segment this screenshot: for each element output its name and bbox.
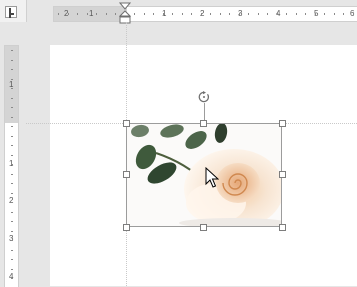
ruler-tick: [11, 117, 13, 118]
rotate-handle-icon[interactable]: [198, 91, 210, 103]
ruler-tick: [11, 88, 13, 89]
ruler-tick: [334, 13, 335, 15]
ruler-number: 3: [9, 234, 14, 243]
ruler-tick: [11, 183, 13, 184]
ruler-tick: [144, 13, 145, 15]
ruler-tick: [11, 79, 13, 80]
ruler-tick: [77, 13, 78, 15]
ruler-corner: [0, 0, 27, 22]
ruler-tick: [353, 13, 354, 15]
ruler-number: 4: [9, 272, 14, 281]
ruler-tick: [315, 13, 316, 15]
ruler-tick: [11, 107, 13, 108]
ruler-tick: [11, 98, 13, 99]
resize-handle-left[interactable]: [123, 171, 130, 178]
ruler-tick: [11, 69, 13, 70]
ruler-tick: [172, 13, 173, 15]
ruler-tick: [11, 240, 13, 241]
ruler-tick: [343, 13, 344, 15]
indent-markers-icon[interactable]: [119, 2, 131, 24]
ruler-tick: [11, 193, 13, 194]
ruler-tick: [220, 13, 221, 15]
resize-handle-bottom[interactable]: [200, 224, 207, 231]
ruler-tick: [11, 174, 13, 175]
ruler-tick: [11, 155, 13, 156]
ruler-number: 1: [89, 9, 94, 18]
tab-selector-icon[interactable]: [5, 6, 17, 18]
resize-handle-bottom-left[interactable]: [123, 224, 130, 231]
ruler-tick: [229, 13, 230, 15]
ruler-tick: [106, 13, 107, 15]
ruler-tick: [153, 13, 154, 15]
ruler-tick: [11, 164, 13, 165]
ruler-tick: [258, 13, 259, 15]
ruler-tick: [239, 13, 240, 15]
resize-handle-right[interactable]: [279, 171, 286, 178]
selection-frame: [126, 123, 282, 227]
ruler-tick: [182, 13, 183, 15]
ruler-tick: [324, 13, 325, 15]
ruler-tick: [296, 13, 297, 15]
ruler-tick: [191, 13, 192, 15]
ruler-tick: [11, 250, 13, 251]
resize-handle-top-left[interactable]: [123, 120, 130, 127]
ruler-number: 2: [9, 196, 14, 205]
resize-handle-top[interactable]: [200, 120, 207, 127]
horizontal-ruler[interactable]: 2 1 1 2 3 4 5 6: [53, 6, 357, 22]
ruler-tick: [11, 126, 13, 127]
mouse-pointer-icon: [205, 167, 219, 188]
vertical-ruler[interactable]: 1 1 2 3 4: [4, 45, 19, 287]
ruler-tick: [11, 212, 13, 213]
ruler-tick: [210, 13, 211, 15]
ruler-tick: [201, 13, 202, 15]
ruler-tick: [286, 13, 287, 15]
ruler-tick: [134, 13, 135, 15]
ruler-tick: [96, 13, 97, 15]
resize-handle-bottom-right[interactable]: [279, 224, 286, 231]
ruler-tick: [11, 60, 13, 61]
ruler-tick: [11, 278, 13, 279]
ruler-tick: [115, 13, 116, 15]
ruler-tick: [11, 231, 13, 232]
ruler-tick: [11, 221, 13, 222]
ruler-tick: [305, 13, 306, 15]
ruler-tick: [248, 13, 249, 15]
ruler-tick: [267, 13, 268, 15]
ruler-tick: [58, 13, 59, 15]
ruler-tick: [11, 259, 13, 260]
ruler-tick: [277, 13, 278, 15]
ruler-tick: [11, 269, 13, 270]
ruler-tick: [163, 13, 164, 15]
ruler-tick: [11, 50, 13, 51]
ruler-tick: [11, 145, 13, 146]
ruler-tick: [11, 202, 13, 203]
rotation-handle-line: [204, 103, 205, 120]
ruler-tick: [87, 13, 88, 15]
resize-handle-top-right[interactable]: [279, 120, 286, 127]
ruler-tick: [11, 136, 13, 137]
ruler-tick: [68, 13, 69, 15]
